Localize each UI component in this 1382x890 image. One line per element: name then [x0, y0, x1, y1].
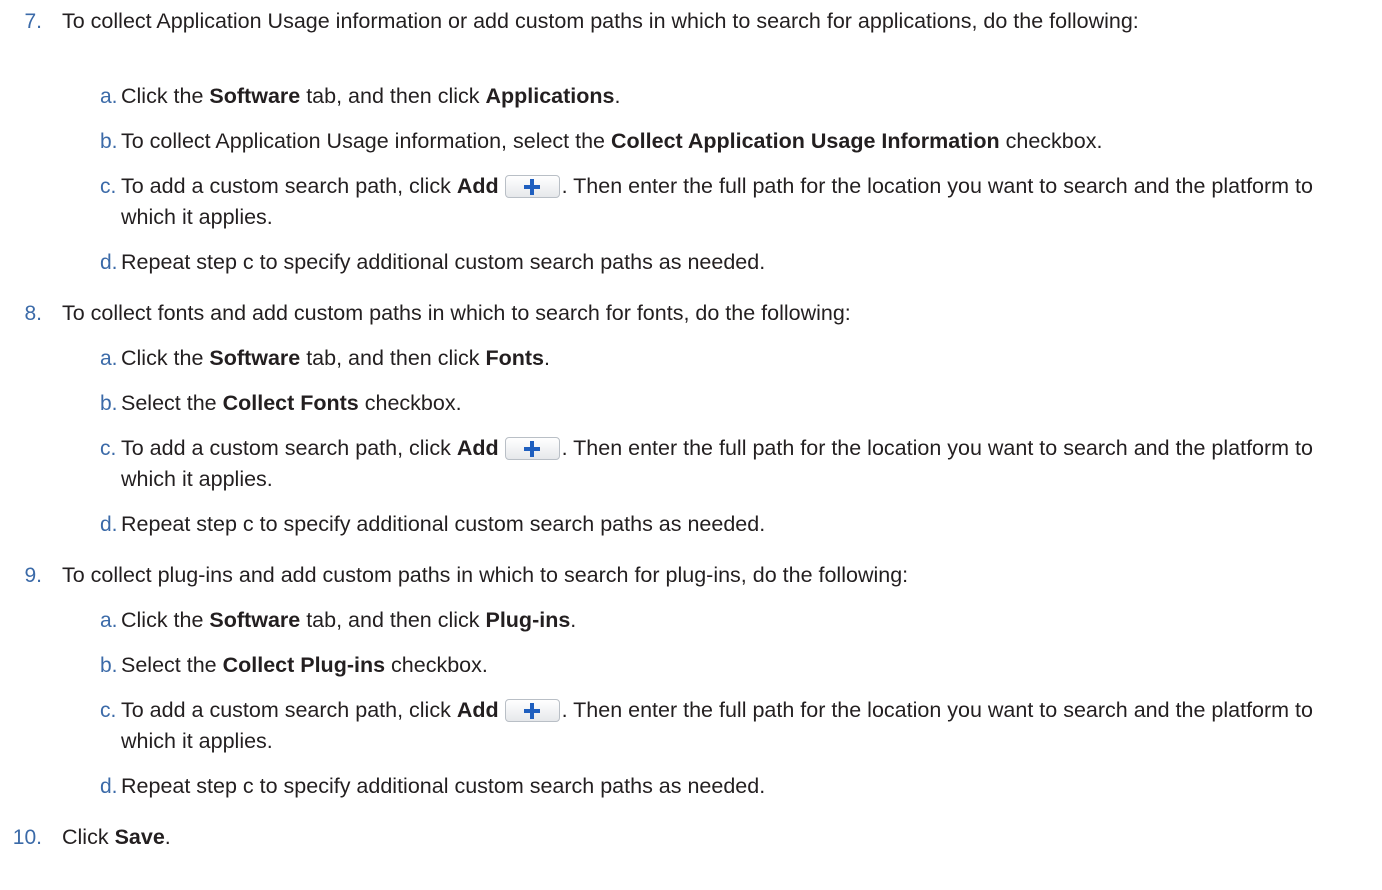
ui-term: Add — [456, 174, 499, 198]
add-button-image — [504, 437, 560, 460]
ui-term: Collect Fonts — [222, 391, 359, 415]
substep-text: To collect Application Usage information… — [121, 129, 1103, 153]
ui-term: Software — [209, 84, 301, 108]
step-text: Click Save. — [62, 825, 171, 849]
substep-letter: b. — [100, 392, 118, 415]
substep-text: Select the Collect Fonts checkbox. — [121, 391, 462, 415]
ui-term: Software — [209, 346, 301, 370]
add-button-image — [504, 175, 560, 198]
step-number: 7. — [24, 10, 42, 33]
substep-letter: b. — [100, 130, 118, 153]
ui-term: Collect Plug-ins — [222, 653, 386, 677]
substep-letter: c. — [100, 437, 117, 460]
substep-letter: d. — [100, 513, 118, 536]
substep-text: To add a custom search path, click Add. … — [121, 174, 1313, 229]
ui-term: Fonts — [485, 346, 545, 370]
substep-letter: c. — [100, 699, 117, 722]
step-number: 8. — [24, 302, 42, 325]
ui-term: Save — [114, 825, 165, 849]
substep-text: Repeat step c to specify additional cust… — [121, 250, 766, 274]
step-number: 9. — [24, 564, 42, 587]
add-button-image — [504, 699, 560, 722]
substep-letter: a. — [100, 85, 118, 108]
substep-letter: c. — [100, 175, 117, 198]
ui-term: Add — [456, 698, 499, 722]
substep-text: Repeat step c to specify additional cust… — [121, 512, 766, 536]
substep-letter: d. — [100, 251, 118, 274]
substep-letter: a. — [100, 609, 118, 632]
step-text: To collect plug-ins and add custom paths… — [62, 563, 909, 587]
ui-term: Applications — [485, 84, 615, 108]
substep-text: To add a custom search path, click Add. … — [121, 436, 1313, 491]
substep-letter: d. — [100, 775, 118, 798]
plus-icon — [524, 440, 541, 457]
step-number: 10. — [12, 826, 42, 849]
substep-letter: a. — [100, 347, 118, 370]
substep-text: To add a custom search path, click Add. … — [121, 698, 1313, 753]
substep-text: Click the Software tab, and then click P… — [121, 608, 577, 632]
plus-icon — [524, 702, 541, 719]
plus-icon — [524, 178, 541, 195]
ui-term: Plug-ins — [485, 608, 571, 632]
step-text: To collect fonts and add custom paths in… — [62, 301, 851, 325]
ui-term: Add — [456, 436, 499, 460]
substep-text: Repeat step c to specify additional cust… — [121, 774, 766, 798]
substep-letter: b. — [100, 654, 118, 677]
ui-term: Collect Application Usage Information — [611, 129, 1000, 153]
substep-text: Click the Software tab, and then click A… — [121, 84, 621, 108]
document-page: 7. To collect Application Usage informat… — [0, 0, 1382, 890]
substep-text: Click the Software tab, and then click F… — [121, 346, 550, 370]
step-text: To collect Application Usage information… — [62, 9, 1139, 33]
substep-text: Select the Collect Plug-ins checkbox. — [121, 653, 488, 677]
ui-term: Software — [209, 608, 301, 632]
